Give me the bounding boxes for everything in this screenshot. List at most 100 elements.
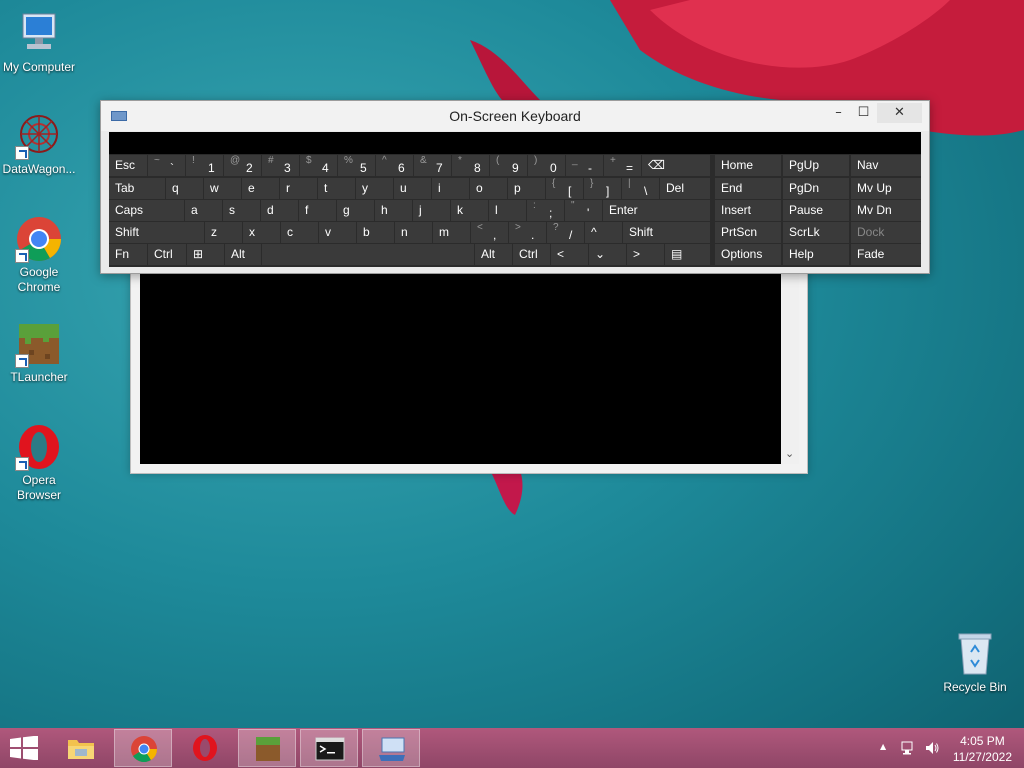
key-home-row-4[interactable]: f [299, 200, 336, 221]
key-home-row-5[interactable]: g [337, 200, 374, 221]
desktop-icon-recycle-bin[interactable]: Recycle Bin [935, 630, 1015, 695]
key-bottom-row-6[interactable]: n [395, 222, 432, 243]
nav-key-3-1[interactable]: ScrLk [783, 222, 849, 243]
desktop-icon-my-computer[interactable]: My Computer [0, 10, 79, 75]
show-hidden-icons-button[interactable]: ▲ [880, 742, 886, 751]
key-bottom-row-8[interactable]: <, [471, 222, 508, 243]
key-number-row-5[interactable]: $4 [300, 155, 337, 176]
key-top-row-7[interactable]: u [394, 178, 431, 199]
key-home-row-9[interactable]: l [489, 200, 526, 221]
key-number-row-3[interactable]: @2 [224, 155, 261, 176]
nav-key-2-1[interactable]: Pause [783, 200, 849, 221]
key-modifier-row-6[interactable]: Ctrl [513, 244, 550, 265]
key-bottom-row-3[interactable]: c [281, 222, 318, 243]
key-top-row-12[interactable]: }] [584, 178, 621, 199]
key-top-row-14[interactable]: Del [660, 178, 710, 199]
desktop-icon-datawagon[interactable]: DataWagon... [0, 112, 79, 177]
key-modifier-row-5[interactable]: Alt [475, 244, 512, 265]
key-home-row-10[interactable]: :; [527, 200, 564, 221]
windows-start-icon[interactable] [10, 736, 38, 760]
nav-key-0-2[interactable]: Nav [851, 155, 921, 176]
key-modifier-row-4[interactable] [262, 244, 474, 265]
key-number-row-1[interactable]: ~ ` [148, 155, 185, 176]
key-number-row-10[interactable]: (9 [490, 155, 527, 176]
nav-key-2-0[interactable]: Insert [715, 200, 781, 221]
key-modifier-row-9[interactable]: > [627, 244, 664, 265]
key-home-row-3[interactable]: d [261, 200, 298, 221]
key-number-row-13[interactable]: + = [604, 155, 641, 176]
taskbar-on-screen-keyboard[interactable] [362, 729, 420, 767]
key-number-row-0[interactable]: Esc [109, 155, 147, 176]
key-home-row-0[interactable]: Caps [109, 200, 184, 221]
key-number-row-6[interactable]: % 5 [338, 155, 375, 176]
key-top-row-11[interactable]: {[ [546, 178, 583, 199]
key-top-row-0[interactable]: Tab [109, 178, 165, 199]
key-modifier-row-1[interactable]: Ctrl [148, 244, 186, 265]
key-top-row-3[interactable]: e [242, 178, 279, 199]
key-home-row-7[interactable]: j [413, 200, 450, 221]
volume-icon[interactable] [924, 740, 940, 756]
key-bottom-row-2[interactable]: x [243, 222, 280, 243]
nav-key-1-2[interactable]: Mv Up [851, 178, 921, 199]
key-bottom-row-7[interactable]: m [433, 222, 470, 243]
key-home-row-2[interactable]: s [223, 200, 260, 221]
key-bottom-row-11[interactable]: ^ [585, 222, 622, 243]
key-number-row-4[interactable]: #3 [262, 155, 299, 176]
taskbar-command-prompt[interactable] [300, 729, 358, 767]
key-modifier-row-0[interactable]: Fn [109, 244, 147, 265]
nav-key-1-0[interactable]: End [715, 178, 781, 199]
key-home-row-1[interactable]: a [185, 200, 222, 221]
nav-key-4-1[interactable]: Help [783, 244, 849, 265]
key-bottom-row-12[interactable]: Shift [623, 222, 710, 243]
key-home-row-8[interactable]: k [451, 200, 488, 221]
key-bottom-row-0[interactable]: Shift [109, 222, 204, 243]
key-top-row-6[interactable]: y [356, 178, 393, 199]
network-icon[interactable] [900, 740, 916, 756]
clock[interactable]: 4:05 PM 11/27/2022 [953, 733, 1012, 765]
key-modifier-row-7[interactable]: < [551, 244, 588, 265]
nav-key-3-0[interactable]: PrtScn [715, 222, 781, 243]
key-top-row-1[interactable]: q [166, 178, 203, 199]
key-modifier-row-8[interactable]: ⌄ [589, 244, 626, 265]
key-bottom-row-1[interactable]: z [205, 222, 242, 243]
key-home-row-12[interactable]: Enter [603, 200, 710, 221]
key-number-row-7[interactable]: ^ 6 [376, 155, 413, 176]
key-modifier-row-10[interactable]: ▤ [665, 244, 710, 265]
console-scrollbar[interactable] [782, 273, 799, 464]
desktop-icon-tlauncher[interactable]: TLauncher [0, 320, 79, 385]
nav-key-4-0[interactable]: Options [715, 244, 781, 265]
key-number-row-12[interactable]: _ - [566, 155, 603, 176]
taskbar-opera[interactable] [176, 729, 234, 767]
key-bottom-row-4[interactable]: v [319, 222, 356, 243]
key-top-row-9[interactable]: o [470, 178, 507, 199]
scroll-down-icon[interactable]: ⌄ [785, 448, 795, 459]
key-modifier-row-2[interactable]: ⊞ [187, 244, 224, 265]
nav-key-0-1[interactable]: PgUp [783, 155, 849, 176]
console-output[interactable] [140, 273, 781, 464]
nav-key-1-1[interactable]: PgDn [783, 178, 849, 199]
key-number-row-8[interactable]: & 7 [414, 155, 451, 176]
nav-key-0-0[interactable]: Home [715, 155, 781, 176]
key-bottom-row-9[interactable]: >. [509, 222, 546, 243]
key-number-row-11[interactable]: ) 0 [528, 155, 565, 176]
key-bottom-row-10[interactable]: ? / [547, 222, 584, 243]
desktop-icon-opera[interactable]: Opera Browser [0, 423, 79, 503]
key-number-row-14[interactable]: ⌫ [642, 155, 710, 176]
key-number-row-2[interactable]: ! 1 [186, 155, 223, 176]
title-bar[interactable]: On-Screen Keyboard – ☐ ✕ [101, 101, 929, 131]
key-number-row-9[interactable]: * 8 [452, 155, 489, 176]
key-modifier-row-3[interactable]: Alt [225, 244, 261, 265]
key-home-row-11[interactable]: " ' [565, 200, 602, 221]
console-window[interactable]: ⌄ [130, 262, 808, 474]
key-home-row-6[interactable]: h [375, 200, 412, 221]
desktop-icon-google-chrome[interactable]: Google Chrome [0, 215, 79, 295]
key-top-row-2[interactable]: w [204, 178, 241, 199]
key-top-row-10[interactable]: p [508, 178, 545, 199]
nav-key-2-2[interactable]: Mv Dn [851, 200, 921, 221]
taskbar-chrome[interactable] [114, 729, 172, 767]
key-top-row-5[interactable]: t [318, 178, 355, 199]
taskbar-tlauncher[interactable] [238, 729, 296, 767]
key-top-row-13[interactable]: | \ [622, 178, 659, 199]
on-screen-keyboard-window[interactable]: On-Screen Keyboard – ☐ ✕ Esc ~ `! 1 @2 #3 $4% 5… [100, 100, 930, 274]
key-bottom-row-5[interactable]: b [357, 222, 394, 243]
